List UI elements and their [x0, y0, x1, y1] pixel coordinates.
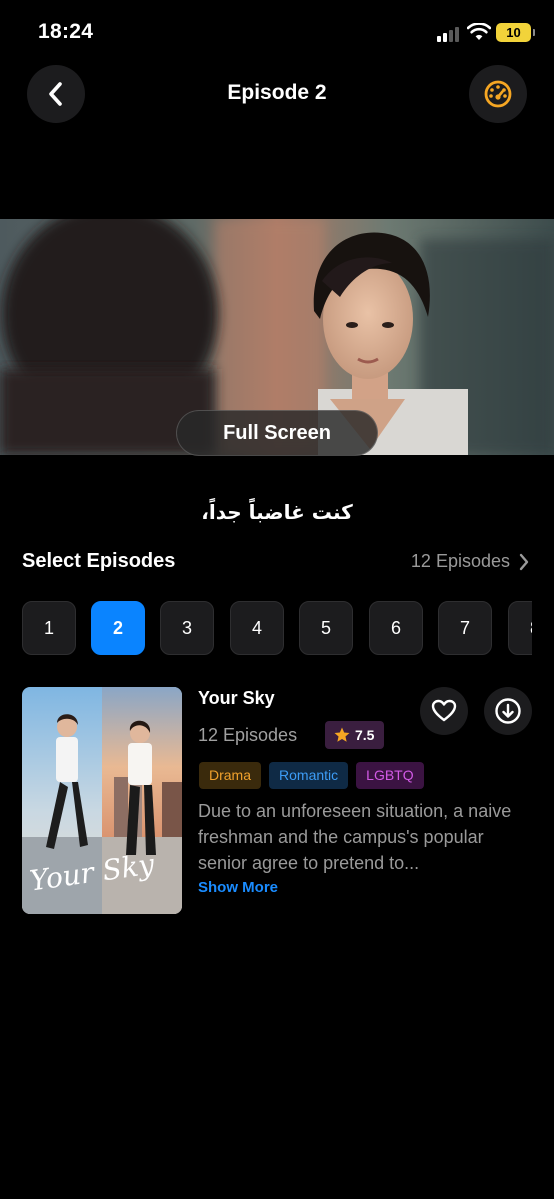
episode-button-3[interactable]: 3 [160, 601, 214, 655]
page-title: Episode 2 [227, 81, 327, 104]
poster-image: Your Sky [22, 687, 182, 914]
episode-button-6[interactable]: 6 [369, 601, 423, 655]
episode-button-8[interactable]: 8 [508, 601, 532, 655]
subtitle-text: كنت غاضباً جداً، [201, 500, 353, 524]
genre-tags: Drama Romantic LGBTQ [199, 762, 424, 789]
cellular-signal-icon [437, 26, 462, 42]
show-title: Your Sky [198, 688, 275, 708]
show-episode-count: 12 Episodes [198, 725, 298, 745]
episodes-total-label: 12 Episodes [410, 551, 510, 571]
back-button[interactable] [27, 65, 85, 123]
download-button[interactable] [484, 687, 532, 735]
tag-romantic[interactable]: Romantic [269, 762, 349, 789]
episode-player-screen: 18:24 10 Episode 2 Full Screen كنت غاضبا… [0, 0, 554, 1199]
battery-indicator: 10 [496, 23, 535, 42]
show-more-link[interactable]: Show More [198, 879, 278, 896]
section-title: Select Episodes [22, 550, 176, 572]
episode-selector: 1 2 3 4 5 6 7 8 [22, 601, 532, 657]
episode-button-4[interactable]: 4 [230, 601, 284, 655]
episode-button-1[interactable]: 1 [22, 601, 76, 655]
all-episodes-link[interactable]: 12 Episodes [411, 551, 530, 572]
show-description: Due to an unforeseen situation, a naive … [198, 801, 512, 873]
favorite-button[interactable] [420, 687, 468, 735]
speedometer-icon [484, 80, 512, 108]
episode-button-7[interactable]: 7 [438, 601, 492, 655]
rating-badge: 7.5 [325, 721, 385, 749]
status-bar: 18:24 10 [0, 0, 554, 66]
episode-button-5[interactable]: 5 [299, 601, 353, 655]
status-time: 18:24 [38, 20, 94, 43]
episode-button-2[interactable]: 2 [91, 601, 145, 655]
tag-drama[interactable]: Drama [199, 762, 262, 789]
wifi-icon [467, 23, 491, 40]
fullscreen-button[interactable]: Full Screen [176, 410, 378, 456]
heart-icon [431, 699, 457, 722]
playback-speed-button[interactable] [469, 65, 527, 123]
chevron-right-icon [519, 553, 529, 570]
show-poster[interactable]: Your Sky [22, 687, 182, 914]
star-icon [334, 727, 350, 742]
chevron-left-icon [49, 82, 62, 106]
battery-level: 10 [506, 25, 521, 40]
rating-value: 7.5 [355, 727, 375, 743]
tag-lgbtq[interactable]: LGBTQ [356, 762, 424, 789]
download-icon [495, 698, 521, 724]
